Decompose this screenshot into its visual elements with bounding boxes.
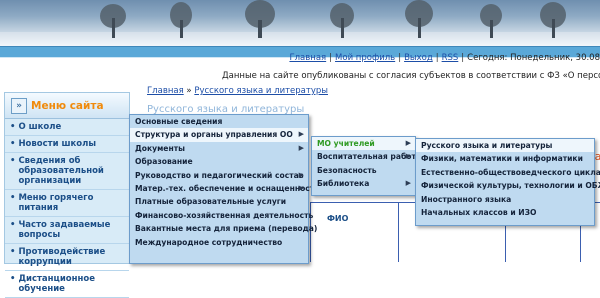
- sidebar-item-label: Меню горячего питания: [18, 193, 94, 213]
- menu-item-documents[interactable]: Документы ▶: [130, 142, 308, 155]
- dropdown-menu-teachers: Русского языка и литературы Физики, мате…: [415, 138, 600, 226]
- rss-link[interactable]: RSS: [442, 53, 459, 63]
- user-links-bar: Главная | Мой профиль | Выход | RSS | Сегодня: П…: [289, 53, 600, 63]
- triangle-right-icon: ▶: [405, 152, 411, 161]
- triangle-right-icon: ▶: [298, 184, 304, 193]
- my-profile-link[interactable]: Мой профиль: [335, 53, 395, 63]
- table-border: [398, 202, 399, 262]
- sidebar-item-school-news[interactable]: • Новости школы: [5, 136, 129, 153]
- menu-item-label: Платные образовательные услуги: [135, 197, 287, 207]
- home-link[interactable]: Главная: [289, 53, 326, 63]
- menu-item-russian-literature[interactable]: Русского языка и литературы: [416, 139, 594, 153]
- sidebar-item-distance-learning[interactable]: • Дистанционное обучение: [5, 271, 129, 298]
- sidebar-title: Меню сайта: [31, 99, 104, 112]
- sidebar-item-label: Противодействие коррупции: [18, 247, 106, 267]
- menu-item-safety[interactable]: Безопасность: [312, 164, 415, 177]
- menu-item-label: Основные сведения: [135, 117, 223, 126]
- menu-item-label: Образование: [135, 157, 193, 167]
- breadcrumb-separator: »: [186, 86, 192, 96]
- header-banner-image: [0, 0, 600, 46]
- triangle-right-icon: ▶: [405, 139, 411, 147]
- triangle-right-icon: ▶: [298, 130, 304, 139]
- menu-item-label: Начальных классов и ИЗО: [421, 208, 537, 218]
- triangle-right-icon: ▶: [298, 143, 304, 152]
- menu-item-label: Документы: [135, 143, 185, 153]
- menu-item-physics-math-it[interactable]: Физики, математики и информатики: [416, 152, 594, 165]
- double-chevron-right-icon[interactable]: »: [11, 97, 27, 114]
- breadcrumb-current-link[interactable]: Русского языка и литературы: [194, 86, 328, 96]
- menu-item-label: Структура и органы управления ОО: [135, 130, 293, 140]
- menu-item-label: Матер.-тех. обеспечение и оснащенность О…: [135, 184, 335, 194]
- menu-item-label: Финансово-хозяйственная деятельность: [135, 210, 314, 220]
- menu-item-education[interactable]: Образование: [130, 155, 308, 168]
- sidebar-item-label: О школе: [18, 122, 62, 132]
- breadcrumb: Главная » Русского языка и литературы: [147, 86, 328, 96]
- triangle-right-icon: ▶: [405, 179, 411, 188]
- sidebar-header: » Меню сайта: [5, 93, 129, 119]
- sidebar-item-label: Часто задаваемые вопросы: [18, 220, 111, 240]
- menu-item-label: Естественно-обществоведческого цикла: [421, 167, 600, 177]
- dropdown-menu-structure: МО учителей ▶ Воспитательная работа ▶ Безо…: [311, 136, 421, 196]
- menu-item-label: Библиотека: [317, 179, 370, 189]
- menu-item-primary-art[interactable]: Начальных классов и ИЗО: [416, 206, 594, 219]
- menu-item-pe-technology[interactable]: Физической культуры, технологии и ОБЖ: [416, 179, 600, 192]
- date-text: Сегодня: Понедельник, 30.08: [467, 53, 600, 63]
- menu-item-label: Вакантные места для приема (перевода): [135, 224, 318, 234]
- menu-item-label: Международное сотрудничество: [135, 237, 283, 247]
- menu-item-label: Физической культуры, технологии и ОБЖ: [421, 181, 600, 191]
- menu-item-teachers-mo[interactable]: МО учителей ▶: [312, 137, 415, 151]
- menu-item-vacancies[interactable]: Вакантные места для приема (перевода): [130, 222, 317, 235]
- logout-link[interactable]: Выход: [404, 53, 433, 63]
- table-header-fio: ФИО: [327, 214, 349, 223]
- menu-item-structure-governance[interactable]: Структура и органы управления ОО ▶: [130, 128, 308, 142]
- menu-item-label: Русского языка и литературы: [421, 141, 553, 150]
- menu-item-label: МО учителей: [317, 139, 375, 148]
- sidebar-item-label: Дистанционное обучение: [18, 274, 95, 294]
- menu-item-upbringing-work[interactable]: Воспитательная работа ▶: [312, 150, 421, 163]
- sidebar-item-organization-info[interactable]: • Сведения об образовательной организации: [5, 153, 129, 190]
- menu-item-international-cooperation[interactable]: Международное сотрудничество: [130, 236, 308, 249]
- menu-item-basic-info[interactable]: Основные сведения: [130, 115, 308, 128]
- sidebar-item-label: Новости школы: [18, 139, 97, 149]
- menu-item-material-equipment[interactable]: Матер.-тех. обеспечение и оснащенность О…: [130, 182, 334, 195]
- sidebar-item-about-school[interactable]: • О школе: [5, 119, 129, 136]
- sidebar-menu: » Меню сайта • О школе • Новости школы • Св…: [4, 92, 130, 298]
- dropdown-menu-main: Основные сведения Структура и органы упр…: [129, 114, 334, 264]
- menu-item-label: Безопасность: [317, 165, 377, 175]
- sidebar-item-faq[interactable]: • Часто задаваемые вопросы: [5, 217, 129, 244]
- personal-data-notice: Данные на сайте опубликованы с согласия …: [222, 71, 600, 81]
- menu-item-label: Иностранного языка: [421, 194, 512, 204]
- menu-item-label: Физики, математики и информатики: [421, 154, 583, 164]
- menu-item-financial-activity[interactable]: Финансово-хозяйственная деятельность: [130, 209, 313, 222]
- menu-item-library[interactable]: Библиотека ▶: [312, 177, 415, 190]
- menu-item-paid-services[interactable]: Платные образовательные услуги: [130, 195, 308, 208]
- sidebar-item-hot-meals-menu[interactable]: • Меню горячего питания: [5, 190, 129, 217]
- sidebar-item-anti-corruption[interactable]: • Противодействие коррупции: [5, 244, 129, 271]
- menu-item-natural-social[interactable]: Естественно-обществоведческого цикла: [416, 166, 600, 179]
- breadcrumb-home-link[interactable]: Главная: [147, 86, 184, 96]
- sidebar-item-label: Сведения об образовательной организации: [18, 156, 104, 186]
- triangle-right-icon: ▶: [298, 170, 304, 179]
- banner-snow: [0, 32, 600, 46]
- menu-item-foreign-language[interactable]: Иностранного языка: [416, 193, 594, 206]
- menu-item-management-staff[interactable]: Руководство и педагогический состав ▶: [130, 169, 308, 182]
- menu-item-label: Руководство и педагогический состав: [135, 170, 304, 180]
